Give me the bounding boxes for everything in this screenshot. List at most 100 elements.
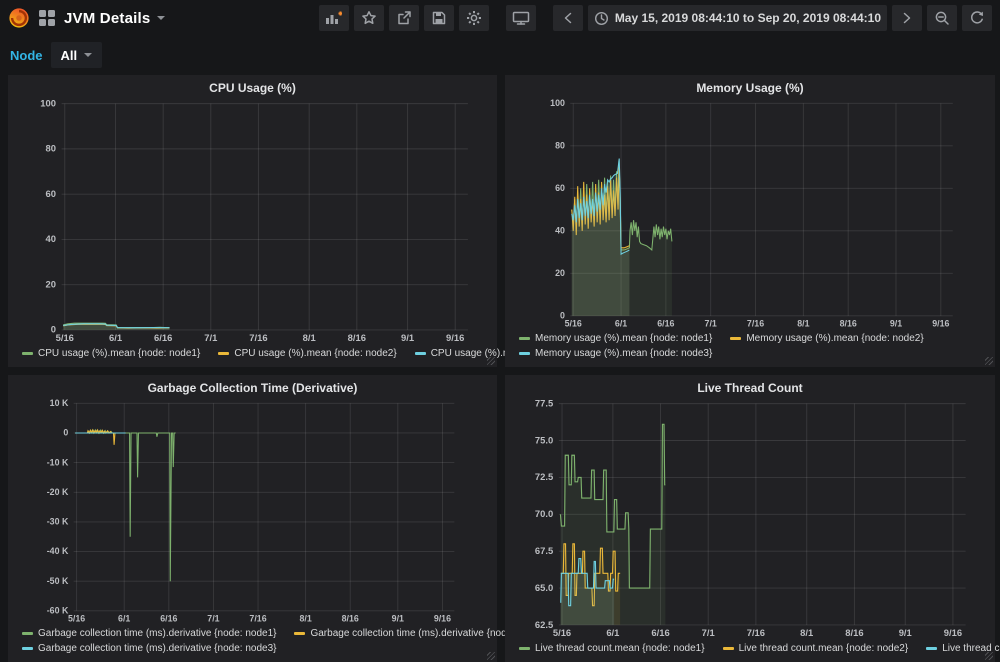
chart-legend: CPU usage (%).mean {node: node1} CPU usag… (14, 345, 491, 364)
legend-item[interactable]: Memory usage (%).mean {node: node3} (519, 348, 712, 359)
y-axis-tick-label: 70.0 (535, 508, 553, 519)
legend-series-swatch (294, 632, 305, 635)
legend-series-label: Live thread count.mean {node: node2} (739, 643, 909, 654)
y-axis-tick-label: 40 (45, 233, 55, 244)
variable-value: All (61, 48, 78, 63)
y-axis-tick-label: 0 (51, 324, 56, 335)
settings-button[interactable] (459, 5, 489, 31)
x-axis-tick-label: 9/16 (932, 318, 949, 328)
legend-series-label: CPU usage (%).mean {node: node1} (38, 348, 200, 359)
legend-series-swatch (22, 352, 33, 355)
garbage-collection-chart[interactable]: 5/166/16/167/17/168/18/169/19/1610 K0-10… (14, 398, 491, 625)
refresh-button[interactable] (962, 5, 992, 31)
legend-series-swatch (519, 647, 530, 650)
x-axis-tick-label: 8/16 (348, 332, 366, 343)
x-axis-tick-label: 9/1 (890, 318, 902, 328)
dashboard-title-dropdown[interactable]: JVM Details (64, 10, 165, 27)
y-axis-tick-label: -10 K (47, 457, 69, 467)
panel-memory-usage: Memory Usage (%) 5/166/16/167/17/168/18/… (505, 75, 995, 367)
y-axis-tick-label: 65.0 (535, 582, 553, 593)
panel-cpu-usage: CPU Usage (%) 5/166/16/167/17/168/18/169… (8, 75, 497, 367)
y-axis-tick-label: 20 (555, 268, 565, 278)
panel-title[interactable]: Memory Usage (%) (511, 79, 989, 98)
x-axis-tick-label: 7/16 (747, 318, 764, 328)
panel-garbage-collection: Garbage Collection Time (Derivative) 5/1… (8, 375, 497, 662)
panel-resize-handle[interactable] (487, 357, 495, 365)
time-range-text: May 15, 2019 08:44:10 to Sep 20, 2019 08… (615, 11, 881, 25)
x-axis-tick-label: 5/16 (565, 318, 582, 328)
x-axis-tick-label: 5/16 (68, 613, 85, 623)
y-axis-tick-label: 75.0 (535, 434, 553, 445)
share-button[interactable] (389, 5, 419, 31)
legend-series-swatch (22, 632, 33, 635)
x-axis-tick-label: 6/16 (657, 318, 674, 328)
legend-row: Memory usage (%).mean {node: node3} (519, 346, 987, 361)
chart-legend: Live thread count.mean {node: node1} Live… (511, 640, 989, 659)
chevron-down-icon (157, 16, 165, 20)
y-axis-tick-label: -40 K (47, 546, 69, 556)
legend-series-swatch (730, 337, 741, 340)
y-axis-tick-label: 67.5 (535, 545, 553, 556)
time-forward-button[interactable] (892, 5, 922, 31)
legend-series-swatch (519, 337, 530, 340)
grafana-dashboard: JVM Details (0, 0, 1000, 662)
panel-title[interactable]: Garbage Collection Time (Derivative) (14, 379, 491, 398)
legend-series-label: CPU usage (%).mean {node: node2} (234, 348, 396, 359)
legend-item[interactable]: Live thread count.mean {node: node1} (519, 643, 705, 654)
legend-item[interactable]: CPU usage (%).mean {node: node1} (22, 348, 200, 359)
panel-live-thread-count: Live Thread Count 5/166/16/167/17/168/18… (505, 375, 995, 662)
refresh-icon (969, 10, 985, 26)
clock-icon (594, 11, 609, 26)
y-axis-tick-label: -50 K (47, 576, 69, 586)
panel-resize-handle[interactable] (985, 357, 993, 365)
panel-title[interactable]: CPU Usage (%) (14, 79, 491, 98)
save-icon (431, 10, 447, 26)
panel-title[interactable]: Live Thread Count (511, 379, 989, 398)
save-button[interactable] (424, 5, 454, 31)
x-axis-tick-label: 6/16 (160, 613, 177, 623)
x-axis-tick-label: 7/1 (702, 627, 715, 638)
legend-item[interactable]: Live thread count.mean {node: node2} (723, 643, 909, 654)
legend-row: Live thread count.mean {node: node1} Live… (519, 641, 987, 656)
y-axis-tick-label: 40 (555, 225, 565, 235)
add-panel-icon (325, 10, 342, 26)
x-axis-tick-label: 6/16 (651, 627, 669, 638)
top-navbar: JVM Details (0, 0, 1000, 36)
dashboards-grid-icon[interactable] (39, 10, 55, 26)
y-axis-tick-label: 0 (560, 310, 565, 320)
panel-resize-handle[interactable] (985, 652, 993, 660)
x-axis-tick-label: 9/16 (944, 627, 962, 638)
series-line (75, 430, 126, 445)
y-axis-tick-label: -30 K (47, 517, 69, 527)
x-axis-tick-label: 6/16 (154, 332, 172, 343)
star-button[interactable] (354, 5, 384, 31)
zoom-out-button[interactable] (927, 5, 957, 31)
legend-series-swatch (723, 647, 734, 650)
time-range-button[interactable]: May 15, 2019 08:44:10 to Sep 20, 2019 08… (588, 5, 887, 31)
grafana-logo-icon[interactable] (8, 7, 30, 29)
x-axis-tick-label: 8/1 (797, 318, 809, 328)
legend-series-label: Garbage collection time (ms).derivative … (38, 628, 276, 639)
legend-item[interactable]: Memory usage (%).mean {node: node2} (730, 333, 923, 344)
y-axis-tick-label: 80 (555, 140, 565, 150)
y-axis-tick-label: 20 (45, 278, 55, 289)
memory-usage-chart[interactable]: 5/166/16/167/17/168/18/169/19/1610080604… (511, 98, 989, 330)
live-thread-count-chart[interactable]: 5/166/16/167/17/168/18/169/19/1677.575.0… (511, 398, 989, 640)
x-axis-tick-label: 7/16 (249, 332, 267, 343)
legend-item[interactable]: CPU usage (%).mean {node: node2} (218, 348, 396, 359)
x-axis-tick-label: 6/1 (118, 613, 130, 623)
x-axis-tick-label: 9/1 (899, 627, 912, 638)
legend-item[interactable]: Garbage collection time (ms).derivative … (22, 628, 276, 639)
legend-item[interactable]: Memory usage (%).mean {node: node1} (519, 333, 712, 344)
x-axis-tick-label: 8/16 (840, 318, 857, 328)
add-panel-button[interactable] (319, 5, 349, 31)
cycle-view-button[interactable] (506, 5, 536, 31)
x-axis-tick-label: 7/1 (705, 318, 717, 328)
cpu-usage-chart[interactable]: 5/166/16/167/17/168/18/169/19/1610080604… (14, 98, 491, 345)
legend-item[interactable]: Garbage collection time (ms).derivative … (22, 643, 276, 654)
time-back-button[interactable] (553, 5, 583, 31)
panel-resize-handle[interactable] (487, 652, 495, 660)
legend-series-label: Live thread count.mean {node: node1} (535, 643, 705, 654)
variable-value-dropdown[interactable]: All (51, 42, 103, 68)
x-axis-tick-label: 8/1 (800, 627, 813, 638)
